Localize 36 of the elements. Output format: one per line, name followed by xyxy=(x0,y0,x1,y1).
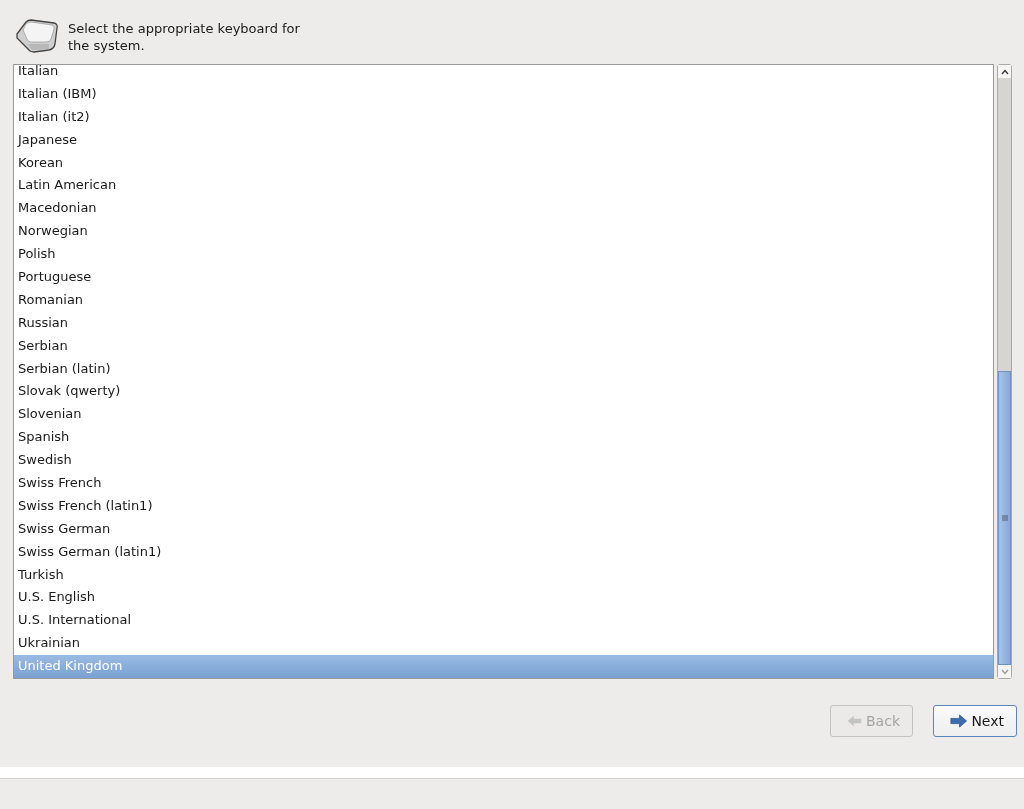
list-item[interactable]: Swiss French xyxy=(14,472,993,495)
scroll-up-icon[interactable] xyxy=(1000,68,1009,75)
list-item[interactable]: Italian (it2) xyxy=(14,105,993,129)
scrollbar[interactable] xyxy=(997,64,1012,679)
list-item[interactable]: Latin American xyxy=(14,174,993,198)
left-arrow-icon xyxy=(847,713,862,729)
scrollbar-thumb[interactable] xyxy=(998,371,1011,665)
list-item[interactable]: Korean xyxy=(14,151,993,175)
list-item[interactable]: Slovenian xyxy=(14,403,993,427)
list-item[interactable]: Swedish xyxy=(14,449,993,472)
list-item[interactable]: Slovak (qwerty) xyxy=(14,380,993,404)
scroll-down-icon[interactable] xyxy=(1000,668,1009,675)
list-item[interactable]: Portuguese xyxy=(14,265,993,289)
right-arrow-icon xyxy=(950,713,968,729)
list-item[interactable]: Swiss German (latin1) xyxy=(14,540,993,564)
grip-icon xyxy=(1001,515,1008,521)
keyboard-key-icon xyxy=(14,18,60,54)
list-item[interactable]: Swiss German xyxy=(14,517,993,541)
list-item[interactable]: Italian xyxy=(14,65,993,83)
list-item[interactable]: Norwegian xyxy=(14,220,993,244)
list-item[interactable]: U.S. English xyxy=(14,586,993,610)
list-item[interactable]: Swiss French (latin1) xyxy=(14,494,993,518)
next-button[interactable]: Next xyxy=(933,705,1017,737)
list-item[interactable]: Serbian xyxy=(14,334,993,358)
list-item[interactable]: Italian (IBM) xyxy=(14,82,993,106)
list-item[interactable]: Polish xyxy=(14,243,993,266)
instruction-text: Select the appropriate keyboard for the system. xyxy=(68,20,301,54)
list-item[interactable]: Ukrainian xyxy=(14,632,993,656)
list-item[interactable]: Serbian (latin) xyxy=(14,357,993,381)
list-item[interactable]: U.S. International xyxy=(14,609,993,633)
list-item[interactable]: Turkish xyxy=(14,563,993,587)
list-item[interactable]: Macedonian xyxy=(14,197,993,221)
list-item[interactable]: Spanish xyxy=(14,426,993,450)
list-item[interactable]: Japanese xyxy=(14,128,993,152)
list-item[interactable]: Russian xyxy=(14,311,993,335)
list-item[interactable]: Romanian xyxy=(14,288,993,312)
